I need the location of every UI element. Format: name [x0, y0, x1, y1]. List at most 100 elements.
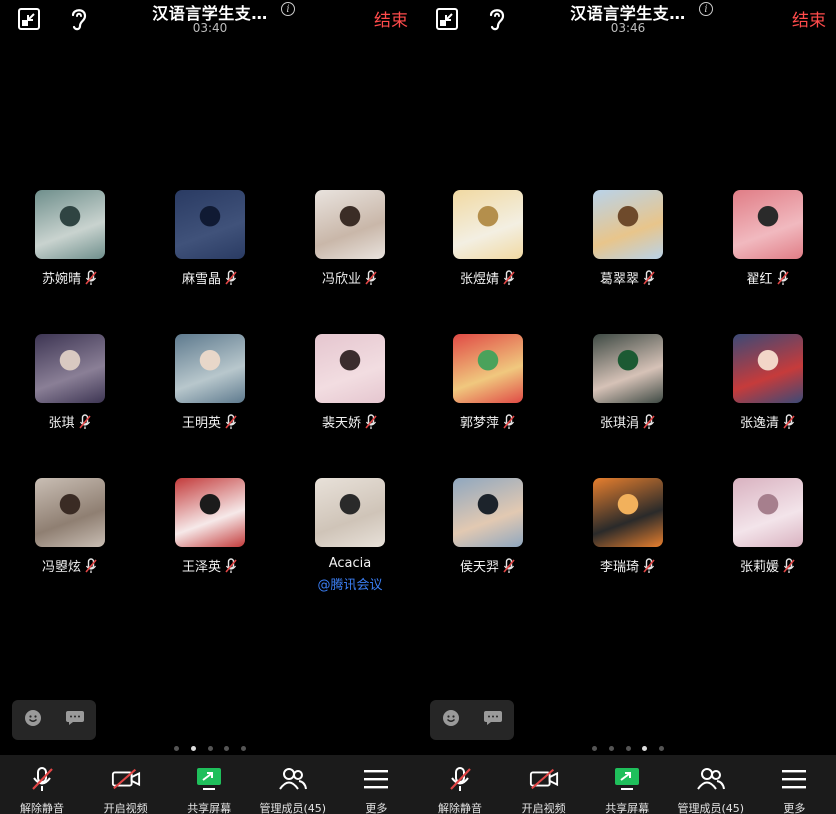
- participant-tile[interactable]: 张琪涓: [558, 334, 698, 474]
- toolbar-label: 更多: [783, 802, 806, 814]
- page-dot[interactable]: [207, 745, 213, 751]
- participant-tile[interactable]: 裴天娇: [280, 334, 418, 474]
- avatar: [593, 190, 663, 259]
- participant-name-row: 冯欣业: [280, 268, 418, 287]
- toolbar-button[interactable]: 更多: [752, 755, 836, 814]
- toolbar-label: 管理成员(45): [259, 802, 327, 814]
- participant-tile[interactable]: 冯曌炫: [0, 478, 140, 618]
- ear-icon[interactable]: [66, 6, 92, 32]
- avatar: [453, 478, 523, 547]
- mic-off-icon: [445, 765, 475, 793]
- participant-tile[interactable]: 李瑞琦: [558, 478, 698, 618]
- participant-name: 郭梦萍: [459, 416, 499, 431]
- emoji-icon[interactable]: [442, 709, 460, 731]
- toolbar-button[interactable]: 管理成员(45): [251, 755, 335, 814]
- participant-tile[interactable]: 侯天羿: [418, 478, 558, 618]
- mic-muted-icon: [224, 269, 238, 286]
- participant-tile[interactable]: 葛翠翠: [558, 190, 698, 330]
- participant-tile[interactable]: 张煜婧: [418, 190, 558, 330]
- participant-name: 张琪涓: [599, 416, 639, 431]
- exit-fullscreen-icon[interactable]: [16, 6, 42, 32]
- participant-name: 裴天娇: [321, 416, 361, 431]
- menu-icon: [779, 765, 809, 793]
- toolbar-label: 管理成员(45): [677, 802, 745, 814]
- avatar: [733, 478, 803, 547]
- toolbar-button[interactable]: 解除静音: [0, 755, 84, 814]
- toolbar-button[interactable]: 共享屏幕: [167, 755, 251, 814]
- top-bar: 汉语言学生支… i 03:46 结束: [418, 0, 836, 44]
- page-dot[interactable]: [224, 745, 230, 751]
- avatar: [593, 334, 663, 403]
- mic-muted-icon: [642, 413, 656, 430]
- info-icon[interactable]: i: [281, 2, 295, 16]
- page-dot[interactable]: [659, 745, 664, 751]
- chat-icon[interactable]: [65, 710, 85, 730]
- participant-tile[interactable]: 麻雪晶: [140, 190, 280, 330]
- participant-name-row: Acacia: [280, 556, 418, 571]
- participant-tile[interactable]: 王泽英: [140, 478, 280, 618]
- participant-name-row: 王泽英: [140, 556, 280, 575]
- participant-name-row: 张煜婧: [418, 268, 558, 287]
- chat-bar: [430, 700, 514, 740]
- participant-tile[interactable]: 张逸清: [698, 334, 836, 474]
- chat-icon[interactable]: [483, 710, 503, 730]
- participant-tile[interactable]: Acacia @腾讯会议: [280, 478, 418, 618]
- participant-name-row: 裴天娇: [280, 412, 418, 431]
- end-meeting-button[interactable]: 结束: [374, 6, 408, 31]
- toolbar-button[interactable]: 开启视频: [84, 755, 168, 814]
- bottom-toolbar: 解除静音 开启视频 共享屏幕 管理成员(45) 更多: [0, 755, 418, 814]
- camera-off-icon: [529, 765, 559, 793]
- participant-name-row: 冯曌炫: [0, 556, 140, 575]
- participant-name-row: 翟红: [698, 268, 836, 287]
- page-dot[interactable]: [190, 745, 196, 751]
- participant-tile[interactable]: 冯欣业: [280, 190, 418, 330]
- mic-muted-icon: [84, 557, 98, 574]
- page-dot[interactable]: [174, 745, 179, 751]
- exit-fullscreen-icon[interactable]: [434, 6, 460, 32]
- participant-tile[interactable]: 张琪: [0, 334, 140, 474]
- participant-tile[interactable]: 翟红: [698, 190, 836, 330]
- participant-name-row: 苏婉晴: [0, 268, 140, 287]
- participant-subtitle: @腾讯会议: [317, 578, 383, 593]
- ear-icon[interactable]: [484, 6, 510, 32]
- toolbar-label: 开启视频: [521, 802, 566, 814]
- participant-name-row: 王明英: [140, 412, 280, 431]
- avatar: [35, 334, 105, 403]
- mic-off-icon: [27, 765, 57, 793]
- mic-muted-icon: [224, 557, 238, 574]
- participant-name-row: 李瑞琦: [558, 556, 698, 575]
- avatar: [733, 334, 803, 403]
- mic-muted-icon: [84, 269, 98, 286]
- toolbar-label: 更多: [365, 802, 388, 814]
- participant-tile[interactable]: 张莉媛: [698, 478, 836, 618]
- share-screen-icon: [612, 765, 642, 793]
- participant-name-row: 侯天羿: [418, 556, 558, 575]
- avatar: [315, 334, 385, 403]
- participant-tile[interactable]: 王明英: [140, 334, 280, 474]
- page-dot[interactable]: [625, 745, 631, 751]
- page-indicator: [174, 743, 246, 753]
- toolbar-button[interactable]: 解除静音: [418, 755, 502, 814]
- avatar: [175, 478, 245, 547]
- toolbar-button[interactable]: 管理成员(45): [669, 755, 753, 814]
- emoji-icon[interactable]: [24, 709, 42, 731]
- participant-tile[interactable]: 郭梦萍: [418, 334, 558, 474]
- participant-tile[interactable]: 苏婉晴: [0, 190, 140, 330]
- info-icon[interactable]: i: [699, 2, 713, 16]
- toolbar-button[interactable]: 共享屏幕: [585, 755, 669, 814]
- page-dot[interactable]: [592, 745, 597, 751]
- participant-name-row: 张琪: [0, 412, 140, 431]
- participant-name-row: 张逸清: [698, 412, 836, 431]
- page-dot[interactable]: [608, 745, 614, 751]
- mic-muted-icon: [224, 413, 238, 430]
- participant-name: 张逸清: [739, 416, 779, 431]
- end-meeting-button[interactable]: 结束: [792, 6, 826, 31]
- camera-off-icon: [111, 765, 141, 793]
- page-dot[interactable]: [241, 745, 246, 751]
- mic-muted-icon: [364, 413, 378, 430]
- members-icon: [696, 765, 726, 793]
- page-dot[interactable]: [642, 745, 648, 751]
- toolbar-button[interactable]: 更多: [334, 755, 418, 814]
- toolbar-button[interactable]: 开启视频: [502, 755, 586, 814]
- top-bar: 汉语言学生支… i 03:40 结束: [0, 0, 418, 44]
